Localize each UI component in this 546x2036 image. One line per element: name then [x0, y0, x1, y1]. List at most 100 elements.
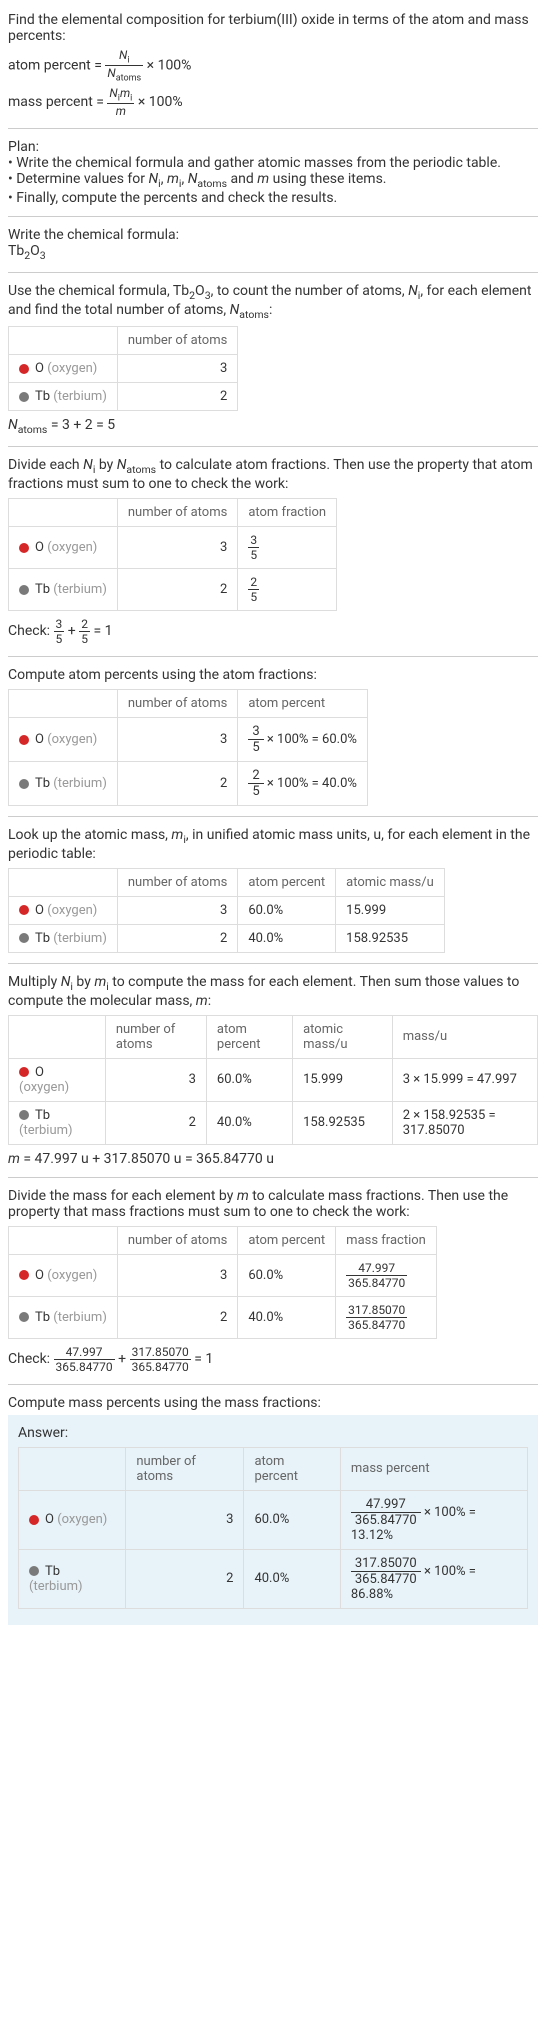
t: by [73, 974, 94, 990]
value: 40.0% [206, 1101, 292, 1144]
frac: 25 [248, 768, 263, 799]
sym: Tb [8, 243, 24, 259]
table-row: O (oxygen) 3 60.0% 47.997365.84770 [9, 1254, 437, 1296]
mass-percent-label: mass percent = [8, 94, 107, 110]
plan-item-1: • Write the chemical formula and gather … [8, 155, 538, 171]
sym: O [35, 361, 44, 376]
col-header: atom percent [238, 689, 368, 717]
t: • Determine values for [8, 171, 148, 187]
value: 2 [105, 1101, 206, 1144]
write-formula-label: Write the chemical formula: [8, 227, 538, 243]
value: 3 [117, 896, 237, 924]
t: = 3 + 2 = 5 [47, 417, 115, 433]
value: 158.92535 [293, 1101, 393, 1144]
col-header: atom fraction [238, 498, 337, 526]
t: and [227, 171, 257, 187]
elname: (terbium) [53, 582, 107, 597]
value: 60.0% [206, 1058, 292, 1101]
value: 3 [126, 1490, 244, 1549]
mass-fraction-table: number of atomsatom percentmass fraction… [8, 1226, 437, 1339]
frac: 35 [248, 724, 263, 755]
var: N [230, 302, 240, 318]
table-row: Tb (terbium) 2 40.0% 158.92535 [9, 924, 445, 952]
var: N [408, 283, 418, 299]
t: O [195, 283, 205, 299]
t: + [68, 623, 79, 639]
plan-label: Plan: [8, 139, 538, 155]
table-row: O (oxygen) 3 60.0% 15.999 3 × 15.999 = 4… [9, 1058, 538, 1101]
col-header: atom percent [206, 1015, 292, 1058]
frac: 47.997365.84770 [54, 1345, 115, 1374]
frac: 35 [54, 617, 65, 646]
sub: atoms [116, 74, 141, 84]
col-header: atomic mass/u [293, 1015, 393, 1058]
intro-text: Find the elemental composition for terbi… [8, 12, 538, 44]
times-100: × 100% [147, 58, 192, 74]
den: 365.84770 [54, 1360, 115, 1374]
frac: 317.85070365.84770 [130, 1345, 191, 1374]
atomic-mass-table: number of atomsatom percentatomic mass/u… [8, 868, 445, 953]
frac: 25 [248, 575, 259, 604]
t: = 1 [194, 1351, 213, 1367]
frac: 35 [248, 533, 259, 562]
eq: × 100% = 40.0% [264, 776, 357, 791]
t: using these items. [269, 171, 386, 187]
sub: i [130, 93, 132, 103]
check-2: Check: 47.997365.84770 + 317.85070365.84… [8, 1345, 538, 1374]
value: 60.0% [244, 1490, 340, 1549]
sym: Tb [35, 931, 50, 946]
num: 317.85070 [130, 1345, 191, 1360]
t: , to count the number of atoms, [211, 283, 408, 299]
t: Divide the mass for each element by [8, 1188, 237, 1204]
var: m [116, 104, 126, 118]
table-row: O (oxygen) 3 60.0% 47.997365.84770 × 100… [19, 1490, 528, 1549]
elname: (terbium) [53, 776, 107, 791]
sub: atoms [126, 463, 156, 476]
check-1: Check: 35 + 25 = 1 [8, 617, 538, 646]
table-row: Tb (terbium) 2 40.0% 317.85070365.84770 … [19, 1549, 528, 1608]
value: 2 [117, 568, 237, 610]
elname: (oxygen) [47, 361, 97, 376]
value: 158.92535 [336, 924, 445, 952]
color-dot [19, 543, 29, 553]
var: m [94, 974, 106, 990]
table-row: Tb (terbium) 2 [9, 383, 238, 411]
col-header: number of atoms [126, 1447, 244, 1490]
use-formula-text: Use the chemical formula, Tb2O3, to coun… [8, 283, 538, 321]
table-row: O (oxygen) 3 35 × 100% = 60.0% [9, 717, 368, 761]
col-header: number of atoms [117, 1226, 237, 1254]
var: N [148, 171, 158, 187]
sub: i [127, 55, 129, 65]
plan-item-2: • Determine values for Ni, mi, Natoms an… [8, 171, 538, 190]
col-header: atom percent [238, 1226, 336, 1254]
var: N [188, 171, 198, 187]
elname: (oxygen) [47, 540, 97, 555]
den: 365.84770 [346, 1276, 407, 1290]
elname: (terbium) [53, 931, 107, 946]
sym: Tb [45, 1564, 60, 1579]
value: 40.0% [238, 1296, 336, 1338]
col-header: atomic mass/u [336, 868, 445, 896]
plan-item-3: • Finally, compute the percents and chec… [8, 190, 538, 206]
lookup-text: Look up the atomic mass, mi, in unified … [8, 827, 538, 862]
multiply-text: Multiply Ni by mi to compute the mass fo… [8, 974, 538, 1009]
atom-percent-formula: atom percent = Ni Natoms × 100% [8, 48, 538, 84]
elname: (oxygen) [57, 1512, 107, 1527]
elname: (terbium) [19, 1123, 73, 1138]
mass-table: number of atomsatom percentatomic mass/u… [8, 1015, 538, 1145]
color-dot [29, 1566, 39, 1576]
value: 2 [117, 761, 237, 805]
num: 3 [248, 533, 259, 548]
value: 2 [126, 1549, 244, 1608]
num: 3 [54, 617, 65, 632]
elname: (oxygen) [19, 1080, 69, 1095]
sub: atoms [197, 177, 227, 190]
value: 3 [117, 1254, 237, 1296]
table-row: Tb (terbium) 2 40.0% 317.85070365.84770 [9, 1296, 437, 1338]
sym: Tb [35, 776, 50, 791]
den: 365.84770 [346, 1318, 407, 1332]
t: by [95, 457, 116, 473]
var: N [109, 86, 117, 100]
frac: 25 [79, 617, 90, 646]
t: Check: [8, 1351, 54, 1367]
